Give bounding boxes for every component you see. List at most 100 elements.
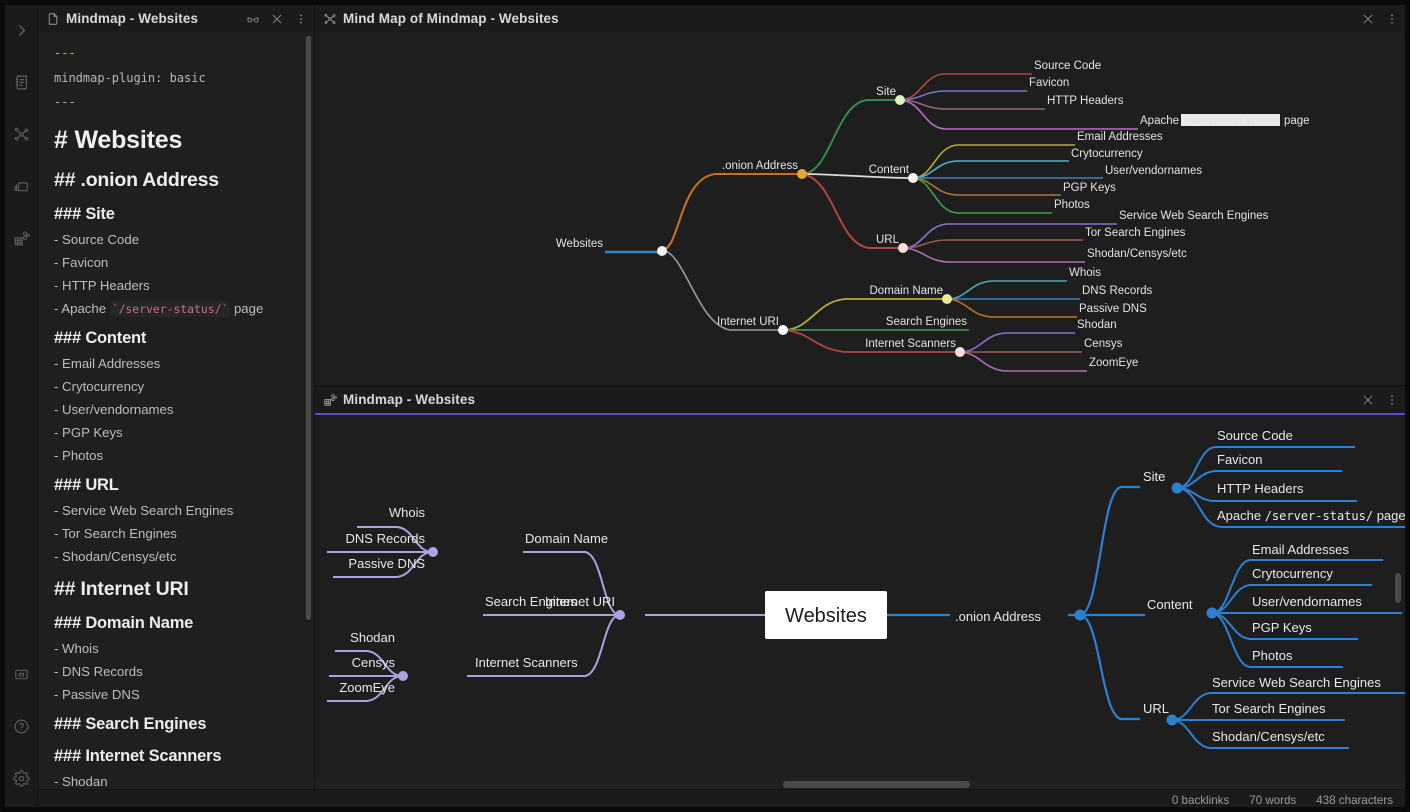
node-label-service-web-search-engines: Service Web Search Engines	[1212, 675, 1381, 690]
edge-domain-whois	[946, 280, 1067, 300]
edge-domain-passive-dns	[946, 298, 1077, 318]
node-label-source-code: Source Code	[1034, 60, 1101, 72]
md-list-item: - Crytocurrency	[54, 378, 145, 394]
md-list-item: - Tor Search Engines	[54, 525, 177, 541]
more-options-icon[interactable]	[1385, 393, 1399, 407]
command-palette-icon[interactable]	[6, 659, 36, 689]
edge-scanners-zoomeye	[959, 351, 1087, 372]
graph-view-icon[interactable]	[6, 119, 36, 149]
md-list-item: - Passive DNS	[54, 686, 140, 702]
graph-pane-header[interactable]: Mind Map of Mindmap - Websites	[315, 5, 1405, 32]
reading-view-icon[interactable]	[246, 12, 260, 26]
md-list-item-apache: - Apache `/server-status/` page	[54, 300, 296, 317]
node-dot-internet-scanners[interactable]	[955, 347, 965, 357]
graph-svg: Websites .onion Address Internet URI Sit…	[556, 60, 1310, 372]
node-label-crytocurrency: Crytocurrency	[1252, 566, 1333, 581]
mindmap-horizontal-scrollbar-thumb[interactable]	[783, 781, 970, 788]
node-dot-domain-name[interactable]	[942, 294, 952, 304]
node-label-source-code: Source Code	[1217, 428, 1293, 443]
close-icon[interactable]	[1361, 12, 1375, 26]
help-icon[interactable]	[6, 711, 36, 741]
md-heading-onion-address: ## .onion Address	[54, 168, 219, 191]
node-label-tor-search-engines: Tor Search Engines	[1085, 227, 1186, 239]
node-label-content: Content	[1147, 597, 1193, 612]
node-label-whois: Whois	[1069, 267, 1101, 279]
md-heading-websites: # Websites	[54, 125, 183, 154]
markdown-content[interactable]: --- mindmap-plugin: basic --- # Websites…	[38, 32, 314, 789]
md-list-item: - Shodan	[54, 773, 108, 789]
mindmap-pane-header[interactable]: Mindmap - Websites	[315, 386, 1405, 413]
frontmatter-open: ---	[54, 46, 76, 60]
edge-onion-url	[1079, 613, 1140, 721]
document-icon	[46, 12, 60, 26]
md-heading-domain-name: ### Domain Name	[54, 613, 194, 632]
close-icon[interactable]	[270, 12, 284, 26]
node-label-favicon: Favicon	[1217, 452, 1263, 467]
mindmap-vertical-scrollbar[interactable]	[1395, 573, 1401, 603]
status-character-count[interactable]: 438 characters	[1316, 794, 1393, 807]
more-options-icon[interactable]	[294, 12, 308, 26]
node-dot-internet-uri[interactable]	[615, 610, 625, 620]
node-label-photos: Photos	[1054, 199, 1090, 211]
node-label-censys: Censys	[1084, 338, 1123, 350]
apache-post-bottom: page	[1373, 508, 1405, 523]
node-label-site: Site	[1143, 469, 1165, 484]
expand-sidebar-icon[interactable]	[6, 15, 36, 45]
mindmap-canvas[interactable]: Whois DNS Records Passive DNS Domain Nam…	[315, 415, 1405, 789]
node-label-dns-records: DNS Records	[1082, 285, 1153, 297]
md-list-item: - Favicon	[54, 254, 109, 270]
node-dot-site[interactable]	[895, 95, 905, 105]
daily-note-icon[interactable]	[6, 67, 36, 97]
obsidian-window: Mindmap - Websites --- mindmap-plugin: b…	[0, 0, 1410, 812]
node-label-onion-address: .onion Address	[955, 609, 1042, 624]
md-heading-site: ### Site	[54, 204, 115, 223]
mindmap-icon[interactable]	[6, 223, 36, 253]
node-label-websites-root: Websites	[785, 605, 867, 627]
mindmap-svg: Whois DNS Records Passive DNS Domain Nam…	[327, 428, 1405, 749]
node-label-url: URL	[876, 234, 900, 246]
apache-post: page	[230, 300, 264, 316]
mindmap-plugin-pane: Mindmap - Websites Whois DNS Records Pas…	[315, 385, 1405, 789]
node-label-apache: Apache	[1140, 115, 1179, 127]
editor-tab-header[interactable]: Mindmap - Websites	[38, 5, 314, 32]
node-dot-domain-name[interactable]	[428, 547, 438, 557]
md-list-item: - User/vendornames	[54, 401, 174, 417]
node-dot-websites[interactable]	[657, 246, 667, 256]
edge-content-pgp	[912, 177, 1061, 196]
node-label-email-addresses: Email Addresses	[1252, 542, 1349, 557]
node-dot-internet-uri[interactable]	[778, 325, 788, 335]
apache-pre-bottom: Apache	[1217, 508, 1265, 523]
frontmatter-close: ---	[54, 95, 76, 110]
node-label-content: Content	[869, 164, 910, 176]
node-dot-url[interactable]	[898, 243, 908, 253]
node-label-shodan: Shodan	[350, 630, 395, 645]
node-label-passive-dns: Passive DNS	[348, 556, 425, 571]
graph-canvas[interactable]: Websites .onion Address Internet URI Sit…	[315, 34, 1405, 385]
status-word-count[interactable]: 70 words	[1249, 794, 1296, 807]
md-list-item: - HTTP Headers	[54, 277, 150, 293]
markdown-editor-pane: Mindmap - Websites --- mindmap-plugin: b…	[38, 5, 315, 789]
node-label-http-headers: HTTP Headers	[1217, 481, 1304, 496]
node-label-shodan: Shodan	[1077, 319, 1117, 331]
canvas-icon[interactable]	[6, 171, 36, 201]
node-dot-content[interactable]	[908, 173, 918, 183]
apache-pre: - Apache	[54, 300, 110, 316]
editor-vertical-scrollbar[interactable]	[306, 36, 311, 620]
settings-icon[interactable]	[6, 763, 36, 793]
close-icon[interactable]	[1361, 393, 1375, 407]
right-column: Mind Map of Mindmap - Websites Websites …	[315, 5, 1405, 789]
more-options-icon[interactable]	[1385, 12, 1399, 26]
node-dot-onion-address[interactable]	[797, 169, 807, 179]
mindmap-horizontal-scrollbar-track[interactable]	[315, 778, 1405, 789]
md-heading-content: ### Content	[54, 328, 147, 347]
md-heading-url: ### URL	[54, 475, 119, 494]
node-label-internet-scanners: Internet Scanners	[865, 338, 956, 350]
status-bar: 0 backlinks 70 words 438 characters	[38, 789, 1405, 807]
apache-code-bottom: /server-status/	[1265, 509, 1373, 523]
status-backlinks[interactable]: 0 backlinks	[1172, 794, 1229, 807]
node-dot-internet-scanners[interactable]	[398, 671, 408, 681]
md-list-item: - PGP Keys	[54, 424, 123, 440]
node-label-apache: Apache /server-status/ page	[1217, 508, 1405, 523]
node-label-site: Site	[876, 86, 896, 98]
node-label-service-web-search-engines: Service Web Search Engines	[1119, 210, 1269, 222]
